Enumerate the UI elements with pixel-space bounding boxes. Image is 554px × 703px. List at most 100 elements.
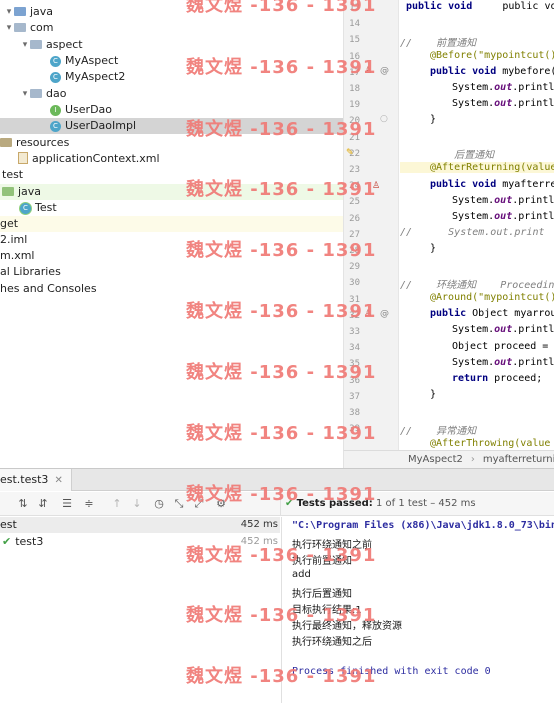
code-line-31: @Around("mypointcut()" — [430, 292, 554, 303]
line-number: 34 — [349, 343, 360, 354]
tree-item-label: java — [18, 185, 42, 198]
advice-icon[interactable]: ♙ — [364, 309, 372, 319]
code-text: System. — [452, 82, 495, 93]
test-duration: 452 ms — [240, 536, 278, 547]
line-number: 35 — [349, 359, 360, 370]
keyword: return — [452, 373, 495, 384]
code-text: Object proceed = p — [452, 341, 554, 352]
code-line-19: System.out.println — [452, 98, 554, 109]
tree-item-test-java[interactable]: java — [0, 184, 343, 200]
line-number: 18 — [349, 84, 360, 94]
tree-item-pom[interactable]: m.xml — [0, 248, 35, 264]
breadcrumb-method[interactable]: myafterreturnin — [475, 454, 554, 465]
breakpoint-advice-icon[interactable]: ♙ — [364, 66, 372, 76]
gear-icon[interactable]: ⚙ — [212, 495, 230, 513]
tree-item-label: MyAspect — [65, 54, 119, 67]
code-text: System. — [452, 195, 495, 206]
test-row-test3[interactable]: ✔ test3 452 ms — [0, 534, 280, 550]
code-line-23: @AfterReturning(value — [400, 162, 554, 173]
editor-gutter: 13 14 15 16 17 18 19 20 21 22 23 24 25 26 27 28 29 30 31 32… — [344, 0, 399, 450]
line-number: 31 — [349, 294, 360, 305]
code-line-36: return proceed; — [452, 373, 542, 384]
bulb-icon[interactable]: ✎ — [346, 148, 354, 158]
tree-item-myaspect2[interactable]: C MyAspect2 — [50, 69, 125, 85]
class-icon: C — [50, 120, 61, 132]
advice-icon[interactable]: ♙ — [372, 181, 380, 191]
console-output[interactable]: "C:\Program Files (x86)\Java\jdk1.8.0_73… — [281, 517, 554, 703]
at-icon[interactable]: @ — [380, 66, 389, 76]
tree-item-label: UserDao — [65, 103, 113, 116]
chevron-down-icon[interactable]: ▾ — [4, 4, 14, 20]
code-text: } — [430, 389, 437, 400]
chevron-down-icon[interactable]: ▾ — [20, 86, 30, 102]
tree-item-userdao[interactable]: I UserDao — [50, 102, 112, 118]
code-editor[interactable]: 13 14 15 16 17 18 19 20 21 22 23 24 25 26 27 28 29 30 31 32… — [343, 0, 554, 450]
tree-item-label: resources — [16, 136, 70, 149]
collapse-all-icon[interactable]: ≑ — [80, 495, 98, 513]
code-text: } — [430, 243, 437, 254]
chevron-down-icon[interactable]: ▾ — [20, 37, 30, 53]
code-line-25: System.out.println — [452, 195, 554, 206]
import-tests-icon[interactable]: ⤡ — [170, 495, 188, 513]
line-number: 20 — [349, 116, 360, 127]
test-folder-icon — [2, 186, 14, 196]
code-text: System. — [452, 211, 495, 222]
code-text: System. — [452, 357, 495, 368]
code-text: .println — [512, 324, 554, 335]
project-tree-panel: ▾ java ▾ com ▾ aspect C MyAspect C MyAspect2 … — [0, 0, 343, 465]
test-row-root[interactable]: est 452 ms — [0, 517, 280, 533]
code-line-13: public void public void mypointcut — [406, 1, 554, 12]
tree-item-test-class[interactable]: C Test — [20, 200, 57, 216]
chevron-down-icon[interactable]: ▾ — [4, 20, 14, 36]
at-icon[interactable]: @ — [380, 309, 389, 319]
line-number: 38 — [349, 408, 360, 418]
history-icon[interactable]: ◷ — [150, 495, 168, 513]
tree-item-applicationcontext[interactable]: applicationContext.xml — [18, 151, 160, 167]
code-text: .println — [512, 82, 554, 93]
export-tests-icon[interactable]: ⤢ — [190, 495, 208, 513]
tree-item-external-libraries[interactable]: al Libraries — [0, 264, 61, 280]
status-label: Tests passed: — [296, 498, 373, 509]
tab-test3[interactable]: est.test3 ✕ — [0, 469, 72, 491]
class-icon: C — [50, 55, 61, 67]
keyword: public void — [406, 1, 479, 12]
line-number: 15 — [349, 35, 360, 46]
code-line-34: Object proceed = p — [452, 341, 554, 352]
comment-text: 后置通知 — [430, 150, 495, 161]
tree-item-aspect[interactable]: ▾ aspect — [20, 37, 83, 53]
expand-all-icon[interactable]: ☰ — [58, 495, 76, 513]
interface-icon: I — [50, 104, 61, 116]
tree-item-java[interactable]: ▾ java — [4, 4, 53, 20]
arrow-up-icon[interactable]: ↑ — [108, 495, 126, 513]
tree-item-myaspect[interactable]: C MyAspect — [50, 53, 118, 69]
code-text: Object myarroun — [472, 308, 554, 319]
close-icon[interactable]: ✕ — [48, 475, 62, 486]
code-line-39: // 异常通知 — [400, 422, 476, 437]
line-number: 24 — [349, 181, 360, 192]
tree-item-label: 2.iml — [0, 233, 28, 246]
tree-item-userdaoimpl[interactable]: C UserDaoImpl — [0, 118, 343, 134]
code-text: } — [430, 114, 437, 125]
arrow-down-icon[interactable]: ↓ — [128, 495, 146, 513]
code-line-15: // 前置通知 — [400, 34, 476, 49]
console-line: 目标执行结果:1 — [292, 605, 362, 616]
tree-item-resources[interactable]: resources — [0, 135, 69, 151]
sort-alpha-icon[interactable]: ⇅ — [14, 495, 32, 513]
tree-item-iml[interactable]: 2.iml — [0, 232, 27, 248]
code-line-37: } — [430, 389, 436, 400]
code-text: System. — [452, 98, 495, 109]
console-line: 执行环绕通知之前 — [292, 540, 372, 551]
breadcrumb-class[interactable]: MyAspect2 — [344, 454, 463, 465]
code-text: System. — [452, 324, 495, 335]
tree-item-scratches[interactable]: hes and Consoles — [0, 281, 97, 297]
code-line-24: public void myafterret — [430, 179, 554, 190]
field-text: out — [494, 211, 513, 222]
tree-item-com[interactable]: ▾ com — [4, 20, 54, 36]
tree-item-dao[interactable]: ▾ dao — [20, 86, 67, 102]
line-number: 29 — [349, 262, 360, 273]
tree-item-label: hes and Consoles — [0, 282, 97, 295]
tree-item-test[interactable]: test — [2, 167, 23, 183]
tree-item-target[interactable]: get — [0, 216, 343, 232]
sort-duration-icon[interactable]: ⇵ — [34, 495, 52, 513]
code-line-32: public Object myarroun — [430, 308, 554, 319]
